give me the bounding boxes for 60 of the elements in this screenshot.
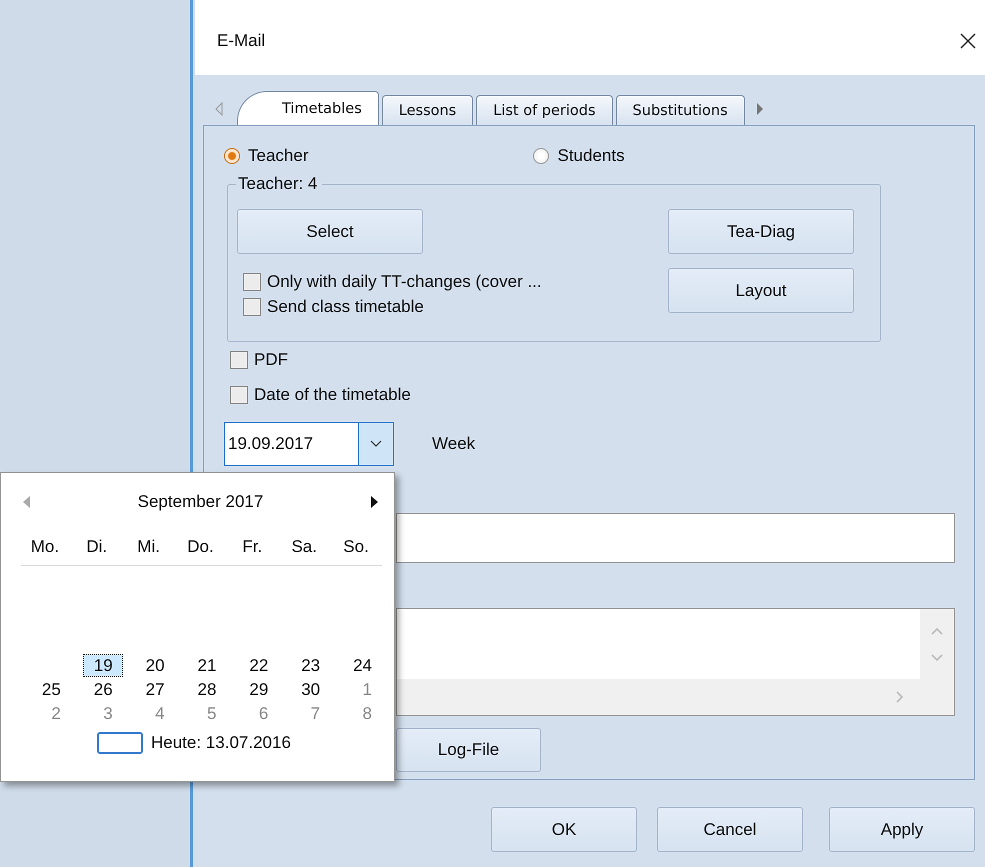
calendar-day[interactable]: 30 [278, 678, 330, 701]
radio-label: Students [557, 146, 625, 166]
radio-button[interactable] [533, 148, 550, 164]
tab[interactable]: Timetables [237, 91, 379, 125]
select-button[interactable]: Select [237, 209, 423, 254]
today-link[interactable]: Heute: 13.07.2016 [151, 733, 291, 753]
weekday-label: Di. [85, 537, 108, 557]
dialog-button[interactable]: Tea-Diag [668, 209, 854, 254]
scrollbar[interactable] [397, 679, 954, 715]
checkbox[interactable] [243, 272, 261, 290]
week-label: Week [432, 434, 476, 454]
tab[interactable]: Substitutions [616, 95, 745, 125]
weekday-label: Sa. [290, 537, 318, 557]
scrollbar[interactable] [920, 609, 954, 679]
previous-month-icon[interactable] [23, 496, 30, 508]
chevron-down-icon[interactable] [370, 440, 382, 448]
dialog-button[interactable]: Cancel [657, 807, 803, 852]
weekday-label: Do. [186, 537, 215, 557]
dialog-button[interactable]: Layout [668, 268, 854, 313]
calendar-day[interactable]: 24 [330, 654, 382, 677]
calendar-day[interactable]: 22 [226, 654, 278, 677]
list-box[interactable] [396, 608, 955, 716]
calendar-day[interactable]: 27 [122, 678, 175, 701]
log-file-button[interactable]: Log-File [396, 728, 541, 772]
checkbox-label: Only with daily TT-changes (cover ... [267, 272, 542, 292]
month-title: September 2017 [138, 492, 264, 512]
calendar-day[interactable]: 23 [278, 654, 330, 677]
weekday-label: Mi. [136, 537, 161, 557]
tab[interactable]: List of periods [476, 95, 613, 125]
checkbox-label: Date of the timetable [254, 384, 411, 404]
close-icon[interactable] [959, 32, 977, 50]
next-month-icon[interactable] [370, 496, 378, 508]
chevron-right-icon[interactable] [896, 691, 904, 703]
input-field[interactable] [396, 513, 955, 563]
radio-label: Teacher [248, 146, 308, 166]
radio-button[interactable] [224, 148, 240, 164]
checkbox-label: Send class timetable [267, 297, 424, 317]
calendar-day[interactable]: 28 [174, 678, 226, 701]
today-marker-icon [97, 732, 143, 754]
checkbox[interactable] [230, 386, 248, 404]
chevron-up-icon[interactable] [931, 626, 943, 634]
calendar-day[interactable]: 21 [174, 654, 226, 677]
weekday-label: Mo. [30, 537, 60, 557]
checkbox-label: PDF [254, 350, 288, 370]
tab[interactable]: Lessons [382, 95, 474, 125]
scroll-right-icon[interactable] [756, 102, 764, 116]
calendar-day[interactable]: 26 [70, 678, 123, 701]
dialog-button[interactable]: OK [491, 807, 637, 852]
calendar-day[interactable]: 29 [226, 678, 278, 701]
scroll-left-icon[interactable] [215, 102, 223, 116]
checkbox[interactable] [243, 298, 261, 316]
weekday-label: So. [342, 537, 370, 557]
date-picker[interactable]: 19.09.2017 [224, 422, 394, 466]
calendar-day[interactable]: 20 [122, 654, 175, 677]
weekday-label: Fr. [241, 537, 264, 557]
window-title: E-Mail [217, 30, 266, 50]
checkbox[interactable] [230, 350, 248, 368]
calendar-day[interactable]: 25 [19, 678, 71, 701]
dialog-button[interactable]: Apply [829, 807, 975, 852]
calendar-day[interactable]: 19 [82, 654, 123, 677]
